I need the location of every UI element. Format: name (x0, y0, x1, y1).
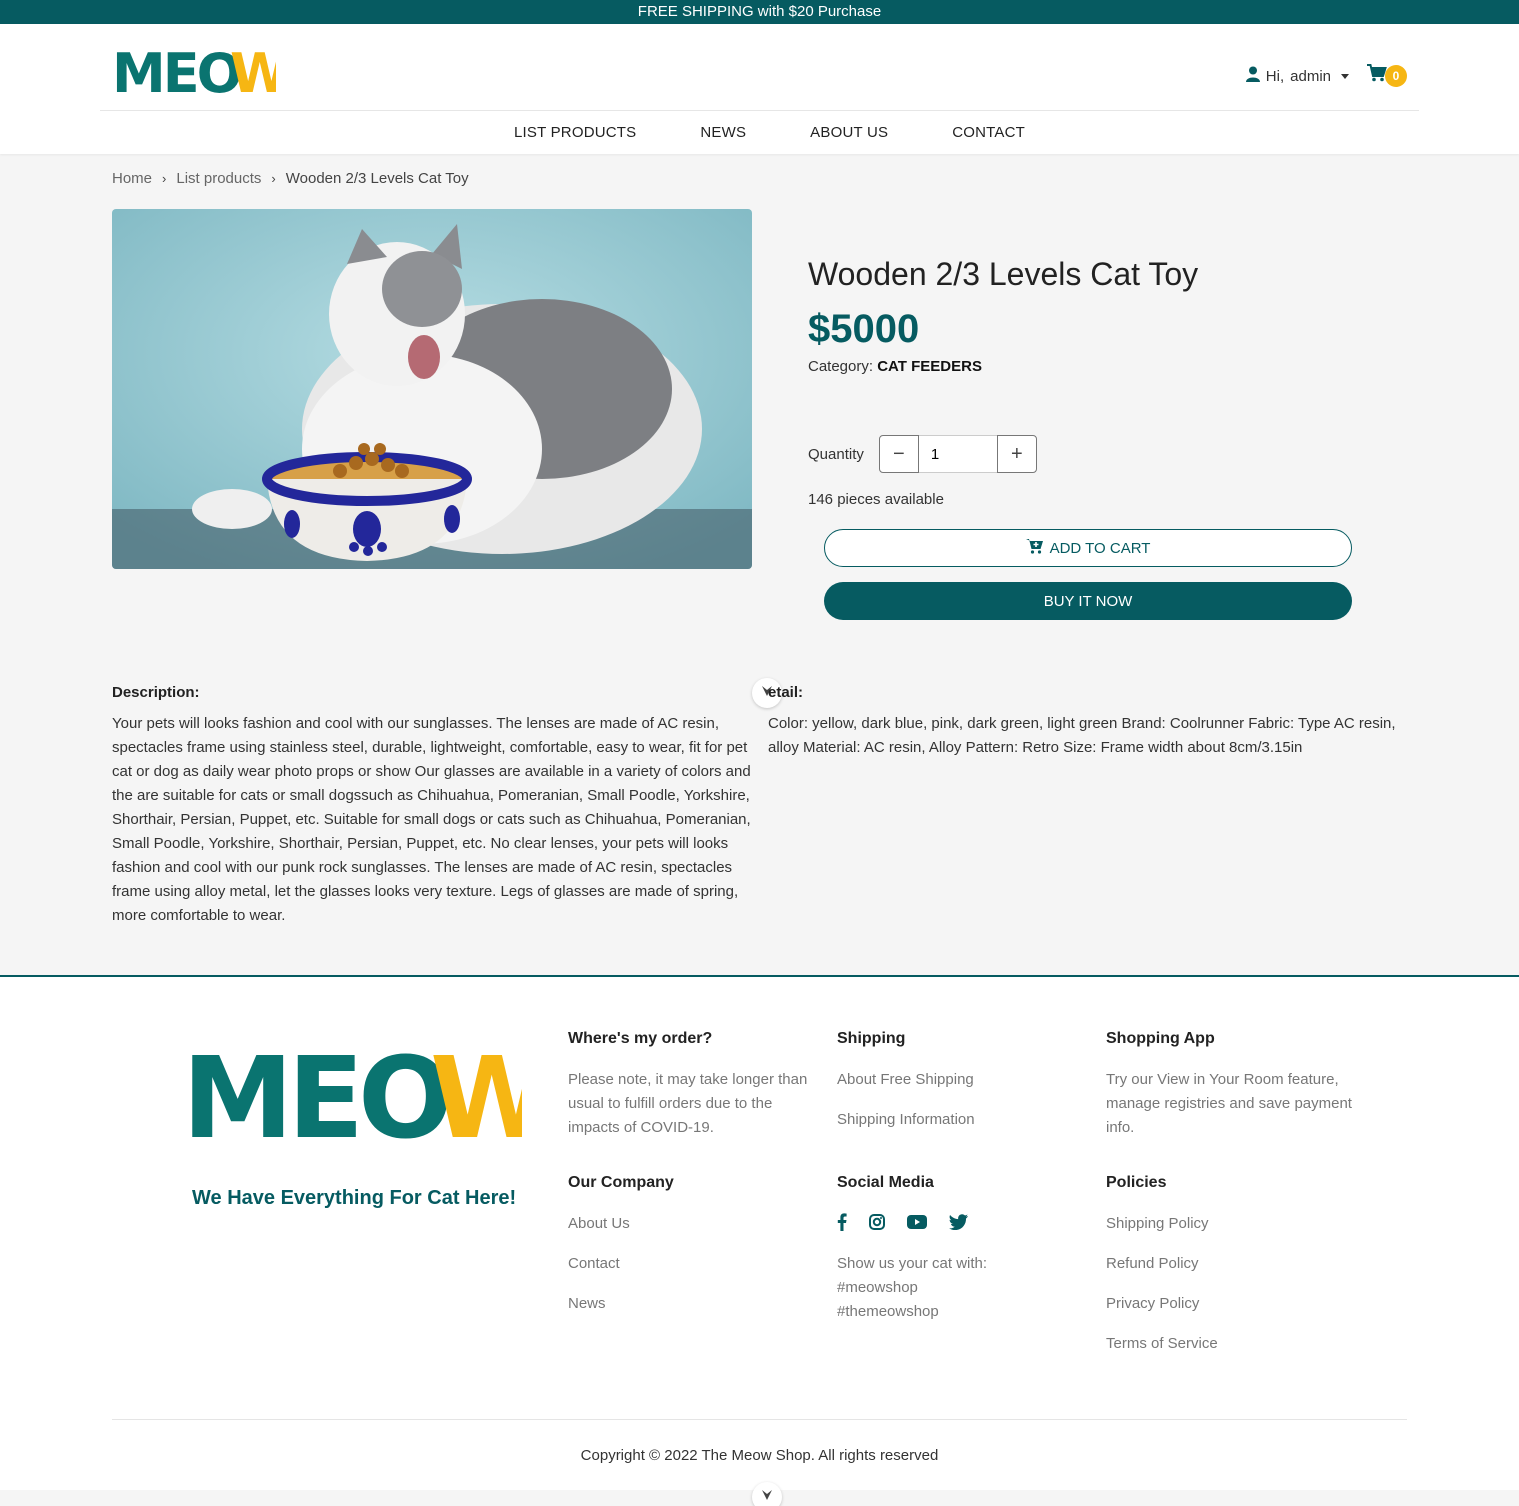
instagram-icon[interactable] (869, 1214, 885, 1234)
facebook-icon[interactable] (837, 1213, 847, 1235)
chevron-right-icon: › (162, 171, 167, 186)
buy-now-button[interactable]: BUY IT NOW (824, 582, 1352, 620)
company-heading: Our Company (568, 1174, 674, 1191)
user-name: admin (1290, 67, 1331, 85)
breadcrumb: Home › List products › Wooden 2/3 Levels… (112, 170, 469, 187)
news-link[interactable]: News (568, 1292, 813, 1316)
product-title: Wooden 2/3 Levels Cat Toy (808, 256, 1199, 292)
svg-text:MEO: MEO (182, 1047, 448, 1147)
product-category: Category: CAT FEEDERS (808, 358, 1198, 375)
description-text: Your pets will looks fashion and cool wi… (112, 715, 751, 924)
add-to-cart-label: ADD TO CART (1049, 539, 1151, 557)
meow-logo[interactable]: MEO W (112, 42, 291, 105)
detail-heading: etail: (768, 684, 804, 701)
detail-text: Color: yellow, dark blue, pink, dark gre… (768, 715, 1396, 756)
product-image (112, 209, 752, 569)
description-heading: Description: (112, 684, 200, 701)
cart-count-badge: 0 (1385, 64, 1407, 87)
site-footer: MEO W We Have Everything For Cat Here! W… (0, 975, 1519, 1490)
nav-contact[interactable]: CONTACT (952, 111, 1025, 154)
footer-app-column: Shopping App Try our View in Your Room f… (1106, 1030, 1366, 1140)
order-text: Please note, it may take longer than usu… (568, 1071, 808, 1136)
terms-of-service-link[interactable]: Terms of Service (1106, 1332, 1366, 1356)
policies-heading: Policies (1106, 1174, 1167, 1191)
privacy-policy-link[interactable]: Privacy Policy (1106, 1292, 1366, 1316)
shipping-heading: Shipping (837, 1030, 906, 1047)
quantity-stepper: Quantity − + (808, 435, 1037, 473)
contact-link[interactable]: Contact (568, 1252, 813, 1276)
twitter-icon[interactable] (949, 1214, 968, 1234)
product-price: $5000 (808, 307, 920, 351)
footer-shipping-column: Shipping About Free Shipping Shipping In… (837, 1030, 1082, 1148)
nav-list-products[interactable]: LIST PRODUCTS (514, 111, 636, 154)
category-label: Category: (808, 358, 874, 375)
footer-divider (112, 1419, 1407, 1420)
increase-quantity-button[interactable]: + (996, 435, 1037, 473)
footer-tagline: We Have Everything For Cat Here! (192, 1187, 517, 1209)
footer-policies-column: Policies Shipping Policy Refund Policy P… (1106, 1174, 1366, 1372)
site-header: MEO W Hi, admin 0 LIST PRODUCTS NEWS ABO… (0, 24, 1519, 154)
about-free-shipping-link[interactable]: About Free Shipping (837, 1068, 1082, 1092)
social-hashtag-themeowshop: #themeowshop (837, 1303, 939, 1320)
shipping-information-link[interactable]: Shipping Information (837, 1108, 1082, 1132)
scroll-down-button-bottom[interactable] (752, 1482, 782, 1506)
breadcrumb-list-products[interactable]: List products (176, 170, 261, 187)
shipping-policy-link[interactable]: Shipping Policy (1106, 1212, 1366, 1236)
shipping-banner: FREE SHIPPING with $20 Purchase (0, 0, 1519, 24)
user-icon (1245, 66, 1260, 86)
add-to-cart-button[interactable]: ADD TO CART (824, 529, 1352, 567)
chevron-right-icon: › (271, 171, 276, 186)
social-line-1: Show us your cat with: (837, 1255, 988, 1272)
about-us-link[interactable]: About Us (568, 1212, 813, 1236)
order-heading: Where's my order? (568, 1030, 713, 1047)
svg-text:W: W (230, 50, 276, 96)
social-icons (837, 1212, 1082, 1236)
user-menu[interactable]: Hi, admin (1245, 66, 1349, 86)
cart-icon (1367, 64, 1387, 87)
app-heading: Shopping App (1106, 1030, 1215, 1047)
footer-order-column: Where's my order? Please note, it may ta… (568, 1030, 813, 1140)
copyright: Copyright © 2022 The Meow Shop. All righ… (580, 1447, 939, 1464)
quantity-label: Quantity (808, 445, 864, 463)
app-text: Try our View in Your Room feature, manag… (1106, 1071, 1352, 1136)
breadcrumb-current: Wooden 2/3 Levels Cat Toy (285, 170, 469, 187)
footer-logo[interactable]: MEO W (182, 1034, 557, 1164)
main-nav: LIST PRODUCTS NEWS ABOUT US CONTACT (0, 111, 1519, 154)
breadcrumb-home[interactable]: Home (112, 170, 152, 187)
plus-icon: + (1011, 442, 1023, 465)
footer-social-column: Social Media Show us your cat with: #meo… (837, 1174, 1082, 1324)
product-info: Wooden 2/3 Levels Cat Toy $5000 Category… (808, 256, 1198, 375)
footer-company-column: Our Company About Us Contact News (568, 1174, 813, 1332)
chevron-down-icon (1341, 73, 1349, 79)
quantity-input[interactable] (918, 435, 997, 473)
svg-text:MEO: MEO (112, 50, 241, 96)
user-greeting: Hi, (1265, 67, 1285, 85)
nav-news[interactable]: NEWS (700, 111, 746, 154)
decrease-quantity-button[interactable]: − (878, 435, 919, 473)
category-value[interactable]: CAT FEEDERS (877, 358, 982, 375)
social-hashtag-meowshop: #meowshop (837, 1279, 918, 1296)
cart-plus-icon (1025, 538, 1044, 558)
youtube-icon[interactable] (907, 1215, 927, 1233)
minus-icon: − (893, 442, 905, 465)
chevron-down-icon (761, 1488, 773, 1506)
stock-available: 146 pieces available (808, 491, 944, 508)
cart-button[interactable]: 0 (1367, 64, 1407, 87)
logo-row: MEO W Hi, admin 0 (100, 24, 1419, 111)
nav-about-us[interactable]: ABOUT US (810, 111, 888, 154)
refund-policy-link[interactable]: Refund Policy (1106, 1252, 1366, 1276)
social-heading: Social Media (837, 1174, 934, 1191)
svg-text:W: W (430, 1047, 522, 1147)
